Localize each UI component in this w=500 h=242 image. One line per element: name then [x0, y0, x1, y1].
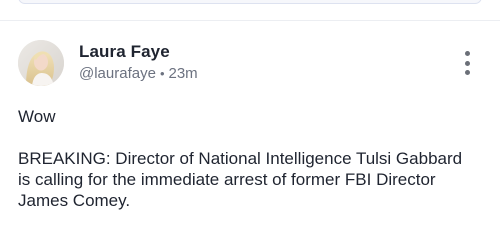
post-card: Laura Faye @laurafaye • 23m Wow BREAKING: … — [0, 21, 500, 242]
author-meta: @laurafaye • 23m — [79, 65, 198, 82]
post-timestamp[interactable]: 23m — [169, 65, 198, 82]
more-dot-1 — [464, 51, 470, 56]
post-text: Wow BREAKING: Director of National Intel… — [18, 106, 478, 211]
avatar-image — [18, 40, 64, 86]
author-name[interactable]: Laura Faye — [79, 42, 170, 62]
more-options-icon[interactable] — [456, 51, 478, 75]
top-input-field[interactable] — [18, 0, 482, 4]
more-dot-3 — [464, 70, 470, 75]
post-text-line-2: BREAKING: Director of National Intellige… — [18, 149, 463, 210]
separator-dot: • — [159, 66, 165, 81]
post-text-line-1: Wow — [18, 107, 56, 126]
author-handle[interactable]: @laurafaye — [79, 65, 156, 82]
more-dot-2 — [464, 60, 470, 66]
avatar[interactable] — [18, 40, 64, 86]
